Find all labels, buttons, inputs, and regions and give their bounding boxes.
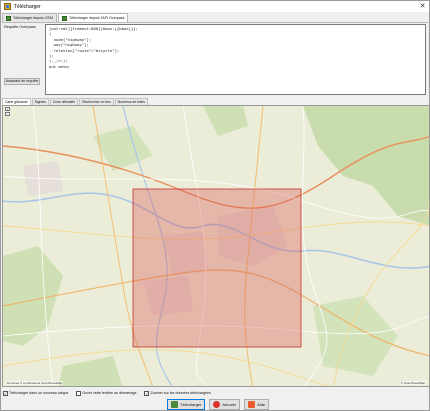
cancel-icon [213, 401, 221, 408]
tile-attribution[interactable]: © OpenStreetMap [399, 381, 426, 385]
zoom-to-data-checkbox[interactable]: ✓ [144, 390, 150, 396]
source-tabs: Télécharger depuis OSM Télécharger depui… [2, 13, 129, 22]
tab-tile-numbers[interactable]: Numéros de tuiles [114, 98, 148, 105]
option-open-on-startup[interactable]: Ouvrir cette fenêtre au démarrage [76, 390, 137, 396]
download-dialog: Télécharger ✕ Télécharger depuis OSM Tél… [0, 0, 430, 411]
open-on-startup-label: Ouvrir cette fenêtre au démarrage [82, 391, 137, 395]
tab-overpass[interactable]: Télécharger depuis l'API Overpass [57, 13, 129, 22]
tab-place-search[interactable]: Rechercher un lieu [79, 98, 114, 105]
map-tabs: Carte glissante Signets Zone délimitée R… [2, 98, 149, 105]
dialog-buttons: Télécharger Annuler Aide [167, 399, 270, 410]
zoom-to-data-label: Zoomer sur les données téléchargées [150, 391, 211, 395]
cancel-button-label: Annuler [222, 402, 237, 407]
tab-bookmarks[interactable]: Signets [31, 98, 49, 105]
option-zoom-to-data[interactable]: ✓ Zoomer sur les données téléchargées [144, 390, 211, 396]
download-button[interactable]: Télécharger [167, 399, 206, 410]
map-attribution[interactable]: Données © contributeurs OpenStreetMap [6, 381, 64, 385]
help-icon [248, 401, 256, 408]
new-layer-checkbox[interactable]: ✓ [3, 390, 8, 396]
zoom-in-button[interactable]: + [5, 107, 10, 111]
zoom-out-button[interactable]: - [5, 112, 10, 116]
download-icon [171, 401, 178, 408]
close-icon[interactable]: ✕ [418, 2, 427, 11]
title-bar: Télécharger ✕ [1, 1, 429, 12]
tab-osm[interactable]: Télécharger depuis OSM [2, 13, 57, 22]
josm-app-icon [4, 3, 11, 10]
query-line: out meta; [49, 63, 71, 69]
new-layer-label: Télécharger dans un nouveau calque [9, 391, 69, 395]
overpass-query-panel: Requête Overpass Assistant de requête [o… [2, 22, 428, 96]
open-on-startup-checkbox[interactable] [76, 390, 82, 396]
window-title: Télécharger [14, 3, 41, 10]
query-wizard-button[interactable]: Assistant de requête [4, 78, 40, 85]
download-button-label: Télécharger [180, 402, 202, 407]
query-label: Requête Overpass [4, 25, 36, 29]
zoom-controls: + - [5, 107, 10, 116]
slippy-map[interactable]: + - Données © contributeurs OpenStreetMa… [2, 105, 430, 387]
query-editor[interactable]: [out:xml][timeout:600][bbox:{{bbox}}];( … [45, 24, 426, 95]
tab-overpass-label: Télécharger depuis l'API Overpass [68, 16, 125, 20]
option-new-layer[interactable]: ✓ Télécharger dans un nouveau calque [3, 390, 69, 396]
tab-osm-label: Télécharger depuis OSM [13, 16, 53, 20]
cancel-button[interactable]: Annuler [209, 399, 241, 410]
help-button-label: Aide [257, 402, 266, 407]
download-options: ✓ Télécharger dans un nouveau calque Ouv… [3, 389, 217, 397]
map-canvas[interactable] [3, 106, 430, 387]
tab-slippy-map[interactable]: Carte glissante [2, 98, 31, 105]
download-area-selection[interactable] [132, 188, 302, 348]
download-icon [61, 15, 67, 21]
help-button[interactable]: Aide [244, 399, 270, 410]
tab-bounding-box[interactable]: Zone délimitée [49, 98, 79, 105]
download-icon [6, 15, 11, 21]
